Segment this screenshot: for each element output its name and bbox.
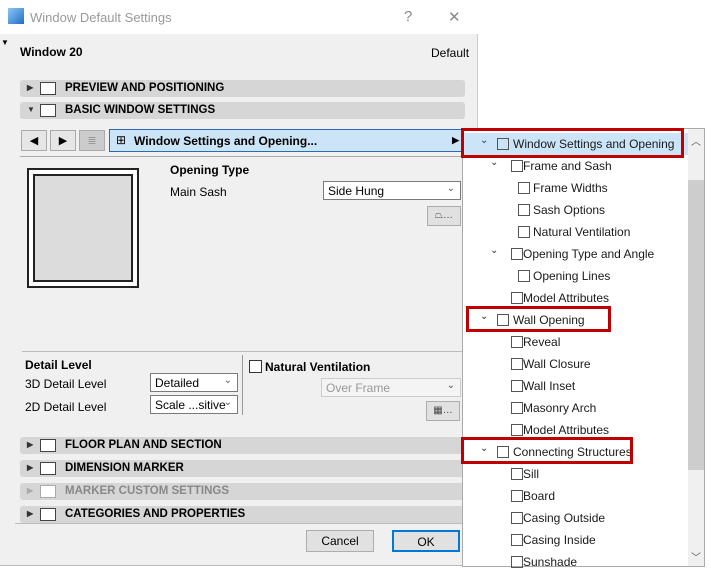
- tree-item[interactable]: Sunshade: [463, 551, 689, 573]
- tree-item-label: Wall Inset: [523, 379, 576, 393]
- chevron-down-icon[interactable]: ⌄: [490, 240, 498, 262]
- opening-angle-icon: [511, 248, 523, 260]
- dimension-marker-icon: [40, 462, 56, 475]
- scroll-up-icon[interactable]: ︿: [691, 133, 701, 148]
- wall-inset-icon: [511, 380, 523, 392]
- opening-angle-button[interactable]: ⏢…: [427, 206, 461, 226]
- scroll-down-icon[interactable]: ﹀: [691, 549, 701, 564]
- opening-type-heading: Opening Type: [170, 163, 250, 177]
- cancel-button[interactable]: Cancel: [306, 530, 374, 552]
- transfer-settings-icon[interactable]: ≣: [79, 130, 105, 151]
- tree-item-label: Board: [523, 489, 556, 503]
- preview-icon: [40, 82, 56, 95]
- main-sash-label: Main Sash: [170, 185, 227, 199]
- panel-selector[interactable]: ⊞ Window Settings and Opening... ▶: [109, 129, 464, 152]
- frame-icon: [518, 182, 530, 194]
- natural-ventilation-label: Natural Ventilation: [265, 360, 371, 374]
- help-button[interactable]: ?: [404, 8, 412, 25]
- tree-item-label: Frame Widths: [533, 181, 608, 195]
- tree-item-label: Opening Type and Angle: [523, 247, 655, 261]
- section-floor-plan-and-section[interactable]: ▶ FLOOR PLAN AND SECTION: [20, 437, 465, 454]
- window-default-settings-dialog: Window Default Settings ? ✕ ▼ Window 20 …: [0, 0, 478, 566]
- main-sash-select[interactable]: Side Hung ⌄: [323, 181, 461, 200]
- highlight-connecting-structures: [461, 437, 633, 464]
- 2d-detail-label: 2D Detail Level: [25, 400, 107, 414]
- arch-icon: [511, 402, 523, 414]
- tree-item[interactable]: Wall Inset: [463, 375, 689, 397]
- sill-icon: [511, 468, 523, 480]
- scrollbar-thumb[interactable]: [688, 180, 704, 470]
- tree-item-label: Wall Closure: [523, 357, 591, 371]
- opening-angle-icon: ⏢: [435, 210, 443, 221]
- sunshade-icon: [511, 556, 523, 568]
- marker-settings-icon: [40, 485, 56, 498]
- highlight-wall-opening: [466, 306, 611, 332]
- reveal-icon: [511, 336, 523, 348]
- sash-icon: [518, 204, 530, 216]
- app-logo-icon: [8, 8, 24, 24]
- tree-item-label: Natural Ventilation: [533, 225, 631, 239]
- 3d-detail-select[interactable]: Detailed ⌄: [150, 373, 238, 392]
- brush-icon: [511, 424, 523, 436]
- tree-item-label: Sunshade: [523, 555, 578, 569]
- close-button[interactable]: ✕: [448, 8, 461, 26]
- tree-item-label: Casing Outside: [523, 511, 606, 525]
- collapse-arrow-icon[interactable]: ▼: [1, 38, 9, 47]
- tree-item-label: Reveal: [523, 335, 561, 349]
- section-marker-custom-settings: ▶ MARKER CUSTOM SETTINGS: [20, 483, 465, 500]
- tree-item[interactable]: Opening Lines: [463, 265, 689, 287]
- brush-icon: [511, 292, 523, 304]
- natural-ventilation-checkbox[interactable]: [249, 360, 262, 373]
- tree-item[interactable]: ⌄ Opening Type and Angle: [463, 243, 689, 265]
- tree-item[interactable]: Sill: [463, 463, 689, 485]
- title-bar: Window Default Settings ? ✕: [0, 0, 478, 34]
- preset-label: Default: [431, 46, 470, 60]
- window-preview: [27, 168, 139, 288]
- tree-item[interactable]: Sash Options: [463, 199, 689, 221]
- settings-icon: [40, 104, 56, 117]
- ventilation-button: ▦…: [426, 401, 460, 421]
- ventilation-icon: ▦: [433, 405, 443, 416]
- detail-level-heading: Detail Level: [25, 358, 92, 372]
- tree-item-label: Masonry Arch: [523, 401, 597, 415]
- section-basic-window-settings[interactable]: ▼ BASIC WINDOW SETTINGS: [20, 102, 465, 119]
- tree-item-label: Frame and Sash: [523, 159, 612, 173]
- floor-plan-icon: [40, 439, 56, 452]
- tree-item[interactable]: Masonry Arch: [463, 397, 689, 419]
- frame-icon: [511, 160, 523, 172]
- section-preview-and-positioning[interactable]: ▶ PREVIEW AND POSITIONING: [20, 80, 465, 97]
- casing-icon: [511, 534, 523, 546]
- tree-item[interactable]: Casing Inside: [463, 529, 689, 551]
- tree-item[interactable]: Board: [463, 485, 689, 507]
- wall-closure-icon: [511, 358, 523, 370]
- prev-panel-button[interactable]: ◀: [21, 130, 47, 151]
- tree-item-label: Casing Inside: [523, 533, 596, 547]
- casing-icon: [511, 512, 523, 524]
- tree-item-label: Sill: [523, 467, 540, 481]
- categories-icon: [40, 508, 56, 521]
- tree-item[interactable]: Reveal: [463, 331, 689, 353]
- ventilation-icon: [518, 226, 530, 238]
- tree-item-label: Opening Lines: [533, 269, 611, 283]
- panel-tree-dropdown: ⌄ Window Settings and Opening ⌄ Frame and S…: [462, 128, 705, 569]
- window-grid-icon: ⊞: [116, 133, 127, 147]
- ventilation-select: Over Frame ⌄: [321, 378, 461, 397]
- ok-button[interactable]: OK: [392, 530, 460, 552]
- tree-item[interactable]: Wall Closure: [463, 353, 689, 375]
- opening-lines-icon: [518, 270, 530, 282]
- next-panel-button[interactable]: ▶: [50, 130, 76, 151]
- dialog-title: Window Default Settings: [30, 10, 172, 25]
- section-categories-and-properties[interactable]: ▶ CATEGORIES AND PROPERTIES: [20, 506, 465, 523]
- 2d-detail-select[interactable]: Scale ...sitive ⌄: [150, 395, 238, 414]
- highlight-window-settings: [461, 128, 684, 158]
- element-name: Window 20: [20, 45, 83, 59]
- section-dimension-marker[interactable]: ▶ DIMENSION MARKER: [20, 460, 465, 477]
- 3d-detail-label: 3D Detail Level: [25, 377, 107, 391]
- tree-item[interactable]: ⌄ Frame and Sash: [463, 155, 689, 177]
- tree-item[interactable]: Frame Widths: [463, 177, 689, 199]
- board-icon: [511, 490, 523, 502]
- tree-item[interactable]: Casing Outside: [463, 507, 689, 529]
- tree-item-label: Sash Options: [533, 203, 606, 217]
